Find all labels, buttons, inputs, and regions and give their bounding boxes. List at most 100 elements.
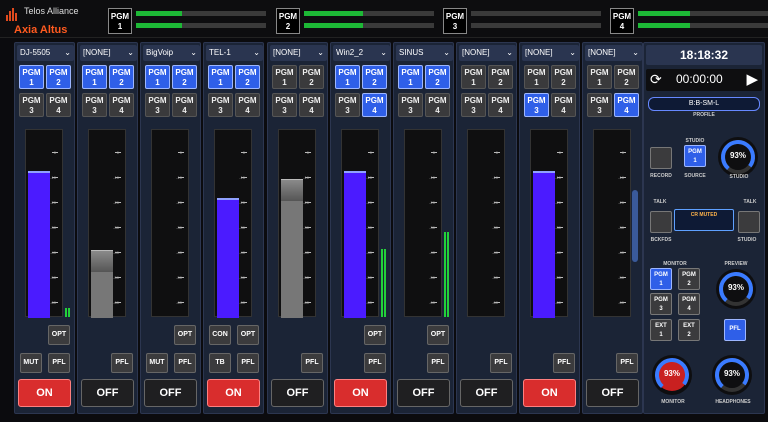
channel-on-button[interactable]: OFF xyxy=(586,379,639,407)
channel-left-button[interactable]: MUT xyxy=(20,353,42,373)
preview-knob[interactable]: 93% xyxy=(716,269,756,309)
assign-pgm-1-button[interactable]: PGM 1 xyxy=(398,65,423,89)
channel-on-button[interactable]: ON xyxy=(18,379,71,407)
assign-pgm-3-button[interactable]: PGM 3 xyxy=(272,93,297,117)
assign-pgm-4-button[interactable]: PGM 4 xyxy=(299,93,324,117)
assign-pgm-3-button[interactable]: PGM 3 xyxy=(208,93,233,117)
monitor-source-pgm-2-button[interactable]: PGM 2 xyxy=(678,268,700,290)
channel-source-select[interactable]: [NONE] ⌄ xyxy=(80,45,137,61)
assign-pgm-2-button[interactable]: PGM 2 xyxy=(614,65,639,89)
pfl-button[interactable]: PFL xyxy=(553,353,575,373)
monitor-knob[interactable]: 93% xyxy=(652,355,692,395)
fader-well[interactable]: 0-10-20-30-40-50-602 xyxy=(88,129,126,396)
pfl-button[interactable]: PFL xyxy=(237,353,259,373)
pfl-button[interactable]: PFL xyxy=(48,353,70,373)
assign-pgm-2-button[interactable]: PGM 2 xyxy=(362,65,387,89)
channel-source-select[interactable]: [NONE] ⌄ xyxy=(585,45,642,61)
con-button[interactable]: CON xyxy=(209,325,231,345)
assign-pgm-4-button[interactable]: PGM 4 xyxy=(172,93,197,117)
channel-source-select[interactable]: [NONE] ⌄ xyxy=(270,45,327,61)
fader-well[interactable]: 0-10-20-30-40-50-604 xyxy=(214,129,252,396)
fader-well[interactable]: 0-10-20-30-40-50-603 xyxy=(151,129,189,396)
assign-pgm-2-button[interactable]: PGM 2 xyxy=(551,65,576,89)
channel-on-button[interactable]: ON xyxy=(523,379,576,407)
assign-pgm-4-button[interactable]: PGM 4 xyxy=(235,93,260,117)
record-button[interactable] xyxy=(650,147,672,169)
pfl-button[interactable]: PFL xyxy=(301,353,323,373)
assign-pgm-3-button[interactable]: PGM 3 xyxy=(524,93,549,117)
channel-on-button[interactable]: OFF xyxy=(397,379,450,407)
assign-pgm-4-button[interactable]: PGM 4 xyxy=(362,93,387,117)
assign-pgm-3-button[interactable]: PGM 3 xyxy=(587,93,612,117)
fader-well[interactable]: 0-10-20-30-40-50-605 xyxy=(278,129,316,396)
studio-knob[interactable]: 93% xyxy=(718,137,758,177)
assign-pgm-4-button[interactable]: PGM 4 xyxy=(488,93,513,117)
profile-select[interactable]: B:B-SM-L xyxy=(648,97,760,111)
fader-well[interactable]: 0-10-20-30-40-50-606 xyxy=(341,129,379,396)
assign-pgm-4-button[interactable]: PGM 4 xyxy=(614,93,639,117)
assign-pgm-1-button[interactable]: PGM 1 xyxy=(208,65,233,89)
monitor-source-pgm-4-button[interactable]: PGM 4 xyxy=(678,293,700,315)
pfl-button[interactable]: PFL xyxy=(490,353,512,373)
pfl-button[interactable]: PFL xyxy=(364,353,386,373)
opt-button[interactable]: OPT xyxy=(364,325,386,345)
assign-pgm-2-button[interactable]: PGM 2 xyxy=(299,65,324,89)
assign-pgm-2-button[interactable]: PGM 2 xyxy=(109,65,134,89)
opt-button[interactable]: OPT xyxy=(237,325,259,345)
channel-on-button[interactable]: ON xyxy=(334,379,387,407)
channel-on-button[interactable]: OFF xyxy=(81,379,134,407)
scrollbar[interactable] xyxy=(632,190,638,262)
reset-icon[interactable]: ⟳ xyxy=(650,71,662,88)
source-pgm-button[interactable]: PGM 1 xyxy=(684,145,706,167)
channel-source-select[interactable]: DJ-5505 ⌄ xyxy=(17,45,74,61)
fader-well[interactable]: 0-10-20-30-40-50-6010 xyxy=(593,129,631,396)
monitor-source-ext-1-button[interactable]: EXT 1 xyxy=(650,319,672,341)
assign-pgm-3-button[interactable]: PGM 3 xyxy=(82,93,107,117)
pfl-button[interactable]: PFL xyxy=(616,353,638,373)
assign-pgm-1-button[interactable]: PGM 1 xyxy=(335,65,360,89)
monitor-source-pgm-3-button[interactable]: PGM 3 xyxy=(650,293,672,315)
assign-pgm-1-button[interactable]: PGM 1 xyxy=(524,65,549,89)
assign-pgm-2-button[interactable]: PGM 2 xyxy=(235,65,260,89)
assign-pgm-3-button[interactable]: PGM 3 xyxy=(461,93,486,117)
assign-pgm-2-button[interactable]: PGM 2 xyxy=(425,65,450,89)
assign-pgm-1-button[interactable]: PGM 1 xyxy=(272,65,297,89)
assign-pgm-2-button[interactable]: PGM 2 xyxy=(488,65,513,89)
assign-pgm-1-button[interactable]: PGM 1 xyxy=(145,65,170,89)
channel-source-select[interactable]: [NONE] ⌄ xyxy=(522,45,579,61)
assign-pgm-2-button[interactable]: PGM 2 xyxy=(46,65,71,89)
headphones-knob[interactable]: 93% xyxy=(712,355,752,395)
assign-pgm-3-button[interactable]: PGM 3 xyxy=(145,93,170,117)
channel-on-button[interactable]: OFF xyxy=(144,379,197,407)
talk-studio-button[interactable] xyxy=(738,211,760,233)
opt-button[interactable]: OPT xyxy=(174,325,196,345)
assign-pgm-1-button[interactable]: PGM 1 xyxy=(461,65,486,89)
assign-pgm-3-button[interactable]: PGM 3 xyxy=(398,93,423,117)
assign-pgm-3-button[interactable]: PGM 3 xyxy=(335,93,360,117)
assign-pgm-4-button[interactable]: PGM 4 xyxy=(425,93,450,117)
monitor-source-pgm-1-button[interactable]: PGM 1 xyxy=(650,268,672,290)
assign-pgm-1-button[interactable]: PGM 1 xyxy=(587,65,612,89)
assign-pgm-3-button[interactable]: PGM 3 xyxy=(19,93,44,117)
channel-source-select[interactable]: Win2_2 ⌄ xyxy=(333,45,390,61)
fader-well[interactable]: 0-10-20-30-40-50-609 xyxy=(530,129,568,396)
assign-pgm-2-button[interactable]: PGM 2 xyxy=(172,65,197,89)
assign-pgm-4-button[interactable]: PGM 4 xyxy=(551,93,576,117)
assign-pgm-1-button[interactable]: PGM 1 xyxy=(19,65,44,89)
fader-well[interactable]: 0-10-20-30-40-50-608 xyxy=(467,129,505,396)
pfl-button[interactable]: PFL xyxy=(724,319,746,341)
channel-on-button[interactable]: OFF xyxy=(460,379,513,407)
assign-pgm-4-button[interactable]: PGM 4 xyxy=(109,93,134,117)
channel-on-button[interactable]: OFF xyxy=(271,379,324,407)
channel-source-select[interactable]: BigVoip ⌄ xyxy=(143,45,200,61)
channel-source-select[interactable]: [NONE] ⌄ xyxy=(459,45,516,61)
channel-left-button[interactable]: TB xyxy=(209,353,231,373)
assign-pgm-1-button[interactable]: PGM 1 xyxy=(82,65,107,89)
channel-on-button[interactable]: ON xyxy=(207,379,260,407)
opt-button[interactable]: OPT xyxy=(427,325,449,345)
play-icon[interactable]: ▶ xyxy=(746,70,758,88)
talk-bckfds-button[interactable] xyxy=(650,211,672,233)
pfl-button[interactable]: PFL xyxy=(174,353,196,373)
pfl-button[interactable]: PFL xyxy=(111,353,133,373)
opt-button[interactable]: OPT xyxy=(48,325,70,345)
